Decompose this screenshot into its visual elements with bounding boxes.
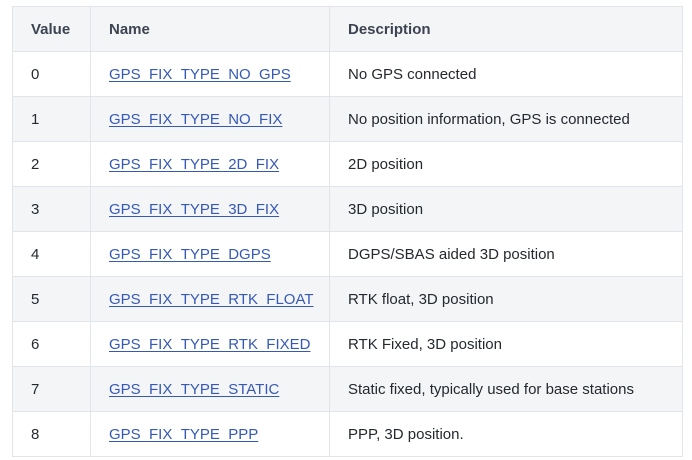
table-row: 6 GPS_FIX_TYPE_RTK_FIXED RTK Fixed, 3D p… <box>12 321 683 367</box>
row-description: No GPS connected <box>329 51 683 97</box>
row-name-cell: GPS_FIX_TYPE_NO_GPS <box>90 51 330 97</box>
enum-name-link[interactable]: GPS_FIX_TYPE_NO_GPS <box>109 66 291 83</box>
table-row: 2 GPS_FIX_TYPE_2D_FIX 2D position <box>12 141 683 187</box>
row-value: 0 <box>12 51 91 97</box>
row-value: 4 <box>12 231 91 277</box>
enum-name-link[interactable]: GPS_FIX_TYPE_STATIC <box>109 381 279 398</box>
header-description: Description <box>329 6 683 52</box>
enum-name-link[interactable]: GPS_FIX_TYPE_RTK_FLOAT <box>109 291 314 308</box>
row-description: 2D position <box>329 141 683 187</box>
table-row: 4 GPS_FIX_TYPE_DGPS DGPS/SBAS aided 3D p… <box>12 231 683 277</box>
row-value: 2 <box>12 141 91 187</box>
gps-fix-type-table: Value Name Description 0 GPS_FIX_TYPE_NO… <box>12 6 683 457</box>
enum-name-link[interactable]: GPS_FIX_TYPE_NO_FIX <box>109 111 282 128</box>
row-name-cell: GPS_FIX_TYPE_DGPS <box>90 231 330 277</box>
row-description: PPP, 3D position. <box>329 411 683 457</box>
row-name-cell: GPS_FIX_TYPE_RTK_FLOAT <box>90 276 330 322</box>
table-row: 8 GPS_FIX_TYPE_PPP PPP, 3D position. <box>12 411 683 457</box>
row-value: 7 <box>12 366 91 412</box>
table-row: 7 GPS_FIX_TYPE_STATIC Static fixed, typi… <box>12 366 683 412</box>
enum-name-link[interactable]: GPS_FIX_TYPE_RTK_FIXED <box>109 336 310 353</box>
row-value: 6 <box>12 321 91 367</box>
row-description: Static fixed, typically used for base st… <box>329 366 683 412</box>
table-row: 3 GPS_FIX_TYPE_3D_FIX 3D position <box>12 186 683 232</box>
table-row: 1 GPS_FIX_TYPE_NO_FIX No position inform… <box>12 96 683 142</box>
row-name-cell: GPS_FIX_TYPE_2D_FIX <box>90 141 330 187</box>
enum-table-container: Value Name Description 0 GPS_FIX_TYPE_NO… <box>12 6 683 457</box>
enum-name-link[interactable]: GPS_FIX_TYPE_2D_FIX <box>109 156 279 173</box>
table-row: 5 GPS_FIX_TYPE_RTK_FLOAT RTK float, 3D p… <box>12 276 683 322</box>
table-header-row: Value Name Description <box>12 6 683 52</box>
row-name-cell: GPS_FIX_TYPE_STATIC <box>90 366 330 412</box>
row-description: RTK Fixed, 3D position <box>329 321 683 367</box>
enum-name-link[interactable]: GPS_FIX_TYPE_3D_FIX <box>109 201 279 218</box>
enum-name-link[interactable]: GPS_FIX_TYPE_PPP <box>109 426 258 443</box>
row-value: 5 <box>12 276 91 322</box>
row-description: DGPS/SBAS aided 3D position <box>329 231 683 277</box>
row-name-cell: GPS_FIX_TYPE_RTK_FIXED <box>90 321 330 367</box>
header-name: Name <box>90 6 330 52</box>
table-row: 0 GPS_FIX_TYPE_NO_GPS No GPS connected <box>12 51 683 97</box>
row-name-cell: GPS_FIX_TYPE_3D_FIX <box>90 186 330 232</box>
row-description: No position information, GPS is connecte… <box>329 96 683 142</box>
row-value: 8 <box>12 411 91 457</box>
table-header: Value Name Description <box>12 6 683 52</box>
header-value: Value <box>12 6 91 52</box>
table-body: 0 GPS_FIX_TYPE_NO_GPS No GPS connected 1… <box>12 51 683 457</box>
row-name-cell: GPS_FIX_TYPE_NO_FIX <box>90 96 330 142</box>
enum-name-link[interactable]: GPS_FIX_TYPE_DGPS <box>109 246 271 263</box>
row-value: 3 <box>12 186 91 232</box>
row-value: 1 <box>12 96 91 142</box>
row-description: RTK float, 3D position <box>329 276 683 322</box>
row-name-cell: GPS_FIX_TYPE_PPP <box>90 411 330 457</box>
row-description: 3D position <box>329 186 683 232</box>
